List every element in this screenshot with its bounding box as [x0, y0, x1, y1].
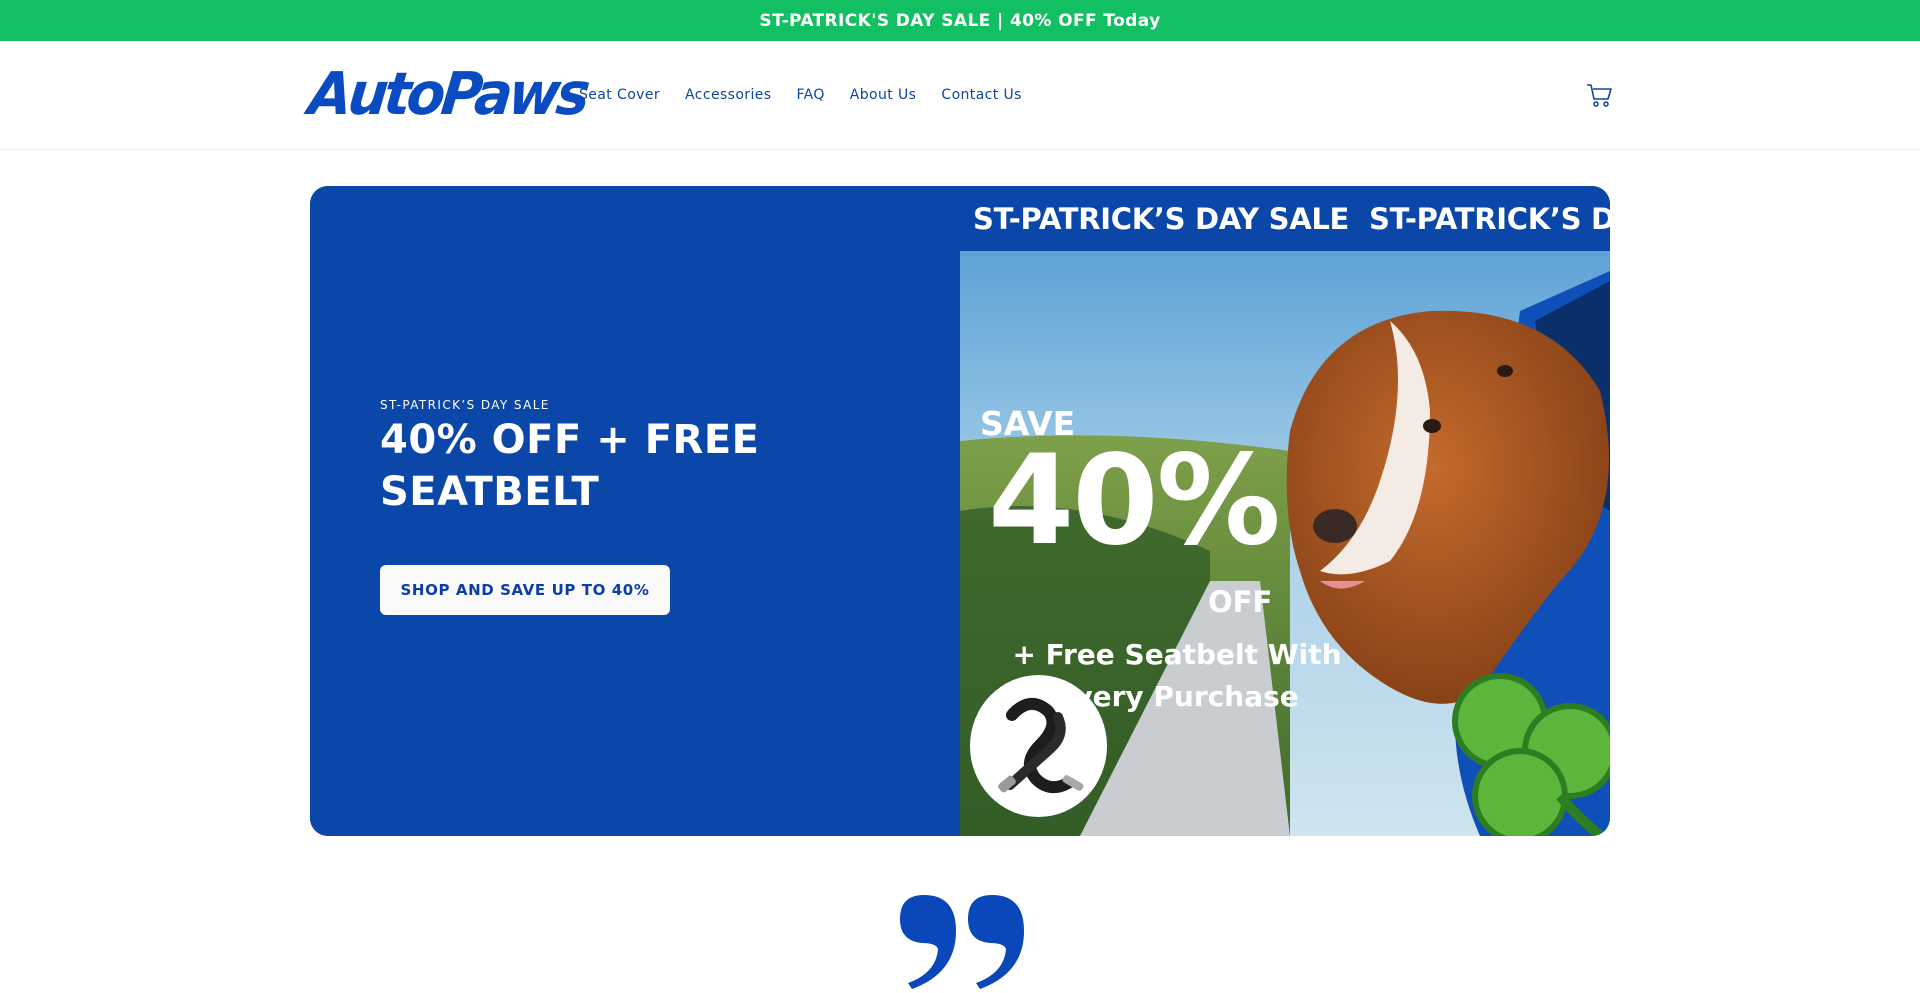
announcement-text: ST-PATRICK'S DAY SALE | 40% OFF Today — [759, 10, 1161, 31]
announcement-bar: ST-PATRICK'S DAY SALE | 40% OFF Today — [0, 0, 1920, 41]
nav-contact-us[interactable]: Contact Us — [941, 85, 1021, 105]
nav-faq[interactable]: FAQ — [796, 85, 824, 105]
site-header: AutoPaws Seat Cover Accessories FAQ Abou… — [0, 41, 1920, 150]
hero-headline: 40% OFF + FREE SEATBELT — [380, 417, 760, 515]
marquee-text: ST-PATRICK’S DAY SALE — [973, 201, 1350, 236]
promo-off: OFF — [1208, 585, 1273, 619]
promo-percent: 40% — [988, 429, 1281, 573]
nav-seat-cover[interactable]: Seat Cover — [579, 85, 660, 105]
shop-and-save-button[interactable]: SHOP AND SAVE UP TO 40% — [380, 565, 670, 615]
marquee-text: ST-PATRICK’S DAY SALE — [1369, 201, 1610, 236]
nav-about-us[interactable]: About Us — [850, 85, 917, 105]
main-nav: Seat Cover Accessories FAQ About Us Cont… — [579, 85, 1047, 105]
hero-image-panel: ST-PATRICK’S DAY SALE ST-PATRICK’S DAY S… — [960, 186, 1610, 836]
sale-marquee: ST-PATRICK’S DAY SALE ST-PATRICK’S DAY S… — [960, 186, 1610, 251]
nav-accessories[interactable]: Accessories — [685, 85, 771, 105]
logo[interactable]: AutoPaws — [305, 60, 589, 128]
quote-icon — [900, 895, 1024, 989]
hero-eyebrow: ST-PATRICK’S DAY SALE — [380, 398, 550, 412]
seatbelt-product-icon — [970, 675, 1107, 817]
hero-text-panel: ST-PATRICK’S DAY SALE 40% OFF + FREE SEA… — [310, 186, 960, 836]
hero-banner: ST-PATRICK’S DAY SALE 40% OFF + FREE SEA… — [310, 186, 1610, 836]
cart-icon[interactable] — [1586, 83, 1614, 109]
